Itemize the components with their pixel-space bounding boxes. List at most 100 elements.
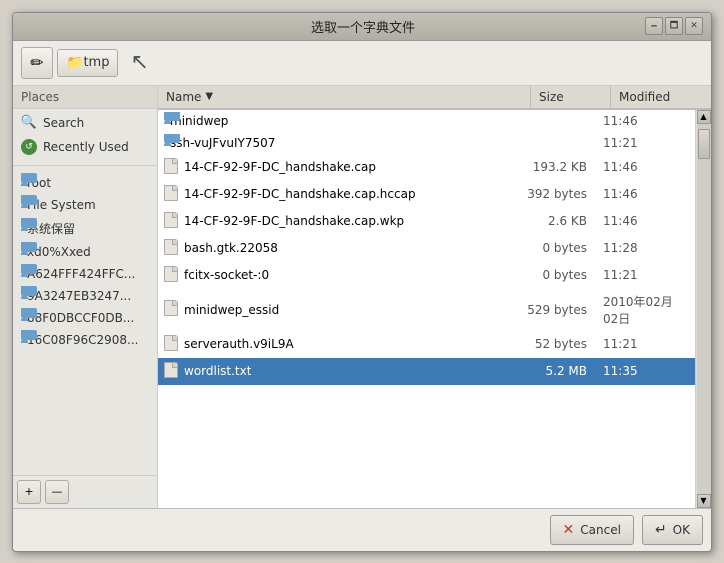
cancel-label: Cancel [580, 523, 621, 537]
file-row[interactable]: minidwep_essid529 bytes2010年02月02日 [158, 289, 695, 331]
column-header-modified[interactable]: Modified [611, 86, 711, 108]
recently-used-icon: ↺ [21, 139, 37, 155]
titlebar: 选取一个字典文件 🗕 🗖 ✕ [13, 13, 711, 41]
file-name-text: minidwep_essid [184, 303, 279, 317]
file-name-text: 14-CF-92-9F-DC_handshake.cap.wkp [184, 214, 404, 228]
maximize-button[interactable]: 🗖 [665, 17, 683, 35]
sidebar-remove-button[interactable]: — [45, 480, 69, 504]
file-name-cell: bash.gtk.22058 [158, 237, 515, 260]
cancel-icon: ✕ [563, 522, 575, 538]
file-row[interactable]: minidwep11:46 [158, 110, 695, 132]
titlebar-controls: 🗕 🗖 ✕ [645, 17, 703, 35]
file-type-icon [164, 185, 178, 204]
file-size-cell [515, 119, 595, 123]
file-name-text: wordlist.txt [184, 364, 251, 378]
file-row[interactable]: bash.gtk.220580 bytes11:28 [158, 235, 695, 262]
file-modified-cell: 11:21 [595, 335, 695, 353]
file-size-cell: 5.2 MB [515, 362, 595, 380]
path-bar: 📁 tmp [57, 49, 118, 77]
ok-label: OK [673, 523, 690, 537]
sidebar-item-reserved[interactable]: 系统保留 [13, 216, 157, 241]
file-name-cell: serverauth.v9iL9A [158, 333, 515, 356]
sidebar-add-button[interactable]: + [17, 480, 41, 504]
file-name-text: fcitx-socket-:0 [184, 268, 269, 282]
file-row[interactable]: 14-CF-92-9F-DC_handshake.cap193.2 KB11:4… [158, 154, 695, 181]
sidebar-16c0-label: 16C08F96C2908... [27, 333, 138, 347]
ok-button[interactable]: ↵ OK [642, 515, 703, 545]
minimize-button[interactable]: 🗕 [645, 17, 663, 35]
file-modified-cell: 11:46 [595, 112, 695, 130]
file-modified-cell: 11:28 [595, 239, 695, 257]
file-modified-cell: 2010年02月02日 [595, 291, 695, 329]
file-modified-cell: 11:46 [595, 212, 695, 230]
file-row[interactable]: serverauth.v9iL9A 52 bytes11:21 [158, 331, 695, 358]
edit-button[interactable]: ✏ [21, 47, 53, 79]
file-name-cell: 14-CF-92-9F-DC_handshake.cap.wkp [158, 210, 515, 233]
file-modified-cell: 11:46 [595, 185, 695, 203]
file-row[interactable]: wordlist.txt 5.2 MB11:35 [158, 358, 695, 385]
file-name-cell: wordlist.txt [158, 360, 515, 383]
file-name-text: ssh-vuJFvuIY7507 [170, 136, 275, 150]
column-header-name[interactable]: Name ▼ [158, 86, 531, 108]
file-type-icon [164, 300, 178, 319]
folder-path-label: tmp [83, 55, 109, 70]
scrollbar[interactable]: ▲ ▼ [695, 110, 711, 508]
sidebar-bottom: + — [13, 475, 157, 508]
file-type-icon [164, 362, 178, 381]
sort-icon: ▼ [205, 91, 213, 102]
file-type-icon [164, 158, 178, 177]
dialog-footer: ✕ Cancel ↵ OK [13, 508, 711, 551]
sidebar-item-filesystem[interactable]: File System [13, 194, 157, 216]
file-name-cell: minidwep_essid [158, 298, 515, 321]
scroll-thumb[interactable] [698, 129, 710, 159]
file-type-icon [164, 335, 178, 354]
sidebar-9a32-label: 9A3247EB3247... [27, 289, 131, 303]
file-size-cell: 52 bytes [515, 335, 595, 353]
file-size-cell: 193.2 KB [515, 158, 595, 176]
sidebar-folders: root File System 系统保留 xd0%Xxed A624FFF42… [13, 170, 157, 353]
file-row[interactable]: ssh-vuJFvuIY750711:21 [158, 132, 695, 154]
folder-path-button[interactable]: 📁 tmp [57, 49, 118, 77]
file-modified-cell: 11:35 [595, 362, 695, 380]
file-type-icon [164, 212, 178, 231]
sidebar-item-88f0[interactable]: 88F0DBCCF0DB... [13, 307, 157, 329]
file-name-cell: ssh-vuJFvuIY7507 [158, 134, 515, 152]
cursor-icon: ↖ [130, 50, 148, 75]
file-name-text: serverauth.v9iL9A [184, 337, 294, 351]
file-size-cell: 392 bytes [515, 185, 595, 203]
column-header-size[interactable]: Size [531, 86, 611, 108]
scroll-track[interactable] [697, 124, 711, 494]
sidebar-item-recently-used[interactable]: ↺ Recently Used [13, 135, 157, 159]
sidebar-item-search[interactable]: 🔍 Search [13, 111, 157, 135]
cancel-button[interactable]: ✕ Cancel [550, 515, 634, 545]
file-row[interactable]: fcitx-socket-:0 0 bytes11:21 [158, 262, 695, 289]
file-modified-cell: 11:46 [595, 158, 695, 176]
sidebar-header: Places [13, 86, 157, 109]
file-panel: Name ▼ Size Modified minidwep11:46ssh-vu… [158, 86, 711, 508]
sidebar-item-16c0[interactable]: 16C08F96C2908... [13, 329, 157, 351]
file-type-icon [164, 239, 178, 258]
sidebar-item-a624[interactable]: A624FFF424FFC... [13, 263, 157, 285]
file-name-cell: 14-CF-92-9F-DC_handshake.cap [158, 156, 515, 179]
sidebar-a624-label: A624FFF424FFC... [27, 267, 135, 281]
column-name-label: Name [166, 90, 201, 104]
sidebar-item-9a32[interactable]: 9A3247EB3247... [13, 285, 157, 307]
file-name-text: 14-CF-92-9F-DC_handshake.cap.hccap [184, 187, 416, 201]
scroll-up-button[interactable]: ▲ [697, 110, 711, 124]
sidebar-item-root[interactable]: root [13, 172, 157, 194]
close-button[interactable]: ✕ [685, 17, 703, 35]
file-size-cell: 0 bytes [515, 266, 595, 284]
file-row[interactable]: 14-CF-92-9F-DC_handshake.cap.wkp2.6 KB11… [158, 208, 695, 235]
main-content: Places 🔍 Search ↺ Recently Used root [13, 86, 711, 508]
ok-icon: ↵ [655, 522, 667, 538]
column-modified-label: Modified [619, 90, 670, 104]
file-row[interactable]: 14-CF-92-9F-DC_handshake.cap.hccap 392 by… [158, 181, 695, 208]
sidebar-recently-label: Recently Used [43, 140, 129, 154]
scroll-down-button[interactable]: ▼ [697, 494, 711, 508]
file-size-cell [515, 141, 595, 145]
file-list: minidwep11:46ssh-vuJFvuIY750711:2114-CF-… [158, 110, 695, 508]
sidebar-item-xd0[interactable]: xd0%Xxed [13, 241, 157, 263]
sidebar: Places 🔍 Search ↺ Recently Used root [13, 86, 158, 508]
file-modified-cell: 11:21 [595, 266, 695, 284]
file-name-cell: fcitx-socket-:0 [158, 264, 515, 287]
